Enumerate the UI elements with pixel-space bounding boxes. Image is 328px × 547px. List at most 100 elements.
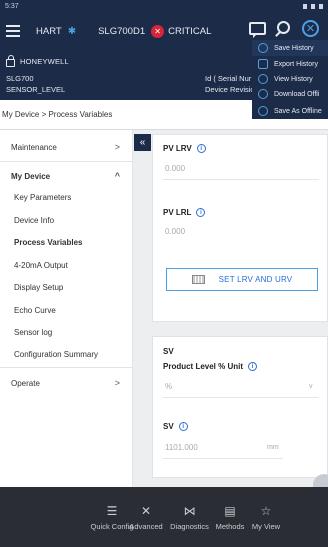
nav-methods[interactable]: ▤ Methods [212,487,248,547]
bluetooth-icon: ✱ [67,25,77,37]
sv-unit: mm [267,444,279,451]
pv-lrl-value: 0.000 [165,227,186,236]
menu-item-view-history[interactable]: View History [252,71,328,87]
critical-status-icon: ✕ [151,24,165,38]
clock: 5:37 [5,2,19,10]
sidebar-item-device-info[interactable]: Device Info [14,210,54,230]
status-icons [303,3,323,9]
nav-advanced[interactable]: ✕ Advanced [125,487,167,547]
sidebar-item-label: Display Setup [14,282,64,292]
sidebar-item-key-parameters[interactable]: Key Parameters [14,187,71,207]
info-icon[interactable]: i [196,144,206,153]
pv-lrv-label: PV LRV i [163,144,206,153]
sv-label: SV i [163,422,188,431]
device-model: SLG700 [6,74,34,83]
pv-lrv-value[interactable]: 0.000 [165,164,185,173]
sidebar: Maintenance > My Device ^ Key Parameters… [0,130,133,487]
brand: HONEYWELL [6,55,69,67]
menu-item-export-history[interactable]: Export History [252,56,328,72]
field-label: Product Level % Unit [163,362,244,371]
collapse-sidebar-button[interactable]: « [134,134,151,151]
save-history-icon [258,43,268,53]
methods-icon: ▤ [224,503,236,518]
system-status-bar: 5:37 [0,0,328,12]
device-tag: SENSOR_LEVEL [6,85,66,94]
protocol-label: HART [36,25,62,37]
info-icon[interactable]: i [196,208,206,217]
sidebar-item-maintenance[interactable]: Maintenance > [0,136,133,158]
section-title: SV [163,347,174,356]
gear-icon [258,89,268,99]
sidebar-item-label: Key Parameters [14,192,72,202]
sidebar-item-process-variables[interactable]: Process Variables [14,232,83,252]
menu-item-label: Download Offli [274,90,320,98]
nav-diagnostics[interactable]: ⋈ Diagnostics [166,487,213,547]
sidebar-item-configuration-summary[interactable]: Configuration Summary [14,344,98,364]
button-label: SET LRV AND URV [218,275,293,284]
divider [0,367,133,368]
history-menu: Save History Export History View History… [252,38,328,103]
sidebar-item-4-20ma-output[interactable]: 4-20mA Output [14,255,68,275]
sidebar-item-label: Configuration Summary [14,349,99,359]
close-icon[interactable]: ✕ [302,20,319,37]
keyboard-icon [191,275,205,284]
sidebar-item-label: Process Variables [14,237,83,247]
info-icon[interactable]: i [178,422,188,431]
info-icon[interactable]: i [248,362,258,371]
tools-icon: ✕ [140,503,152,518]
chat-icon[interactable] [249,22,266,38]
field-label: PV LRL [163,208,192,217]
breadcrumb-text: My Device > Process Variables [2,110,113,119]
unit-select[interactable]: % [165,382,172,391]
nav-label: Diagnostics [170,521,209,531]
nav-my-view[interactable]: ☆ My View [248,487,284,547]
menu-item-save-as-offline[interactable]: Save As Offline [252,103,328,119]
menu-item-label: Export History [274,60,318,68]
star-icon: ☆ [260,503,272,518]
id-serial-label: Id ( Serial Nur [205,74,252,83]
divider [0,161,133,162]
field-label: PV LRV [163,144,192,153]
chevron-up-icon: ^ [114,171,120,181]
diagnostics-icon: ⋈ [183,503,196,518]
sidebar-item-echo-curve[interactable]: Echo Curve [14,300,56,320]
set-lrv-urv-button[interactable]: SET LRV AND URV [166,268,318,291]
device-name: SLG700D1 [98,25,146,37]
menu-icon[interactable] [6,25,20,37]
menu-item-label: Save As Offline [274,107,322,115]
chevron-right-icon: > [114,142,120,152]
menu-item-download-offline[interactable]: Download Offli [252,86,328,102]
gear-icon [258,74,268,84]
unit-label: Product Level % Unit i [163,362,258,371]
bottom-navigation: ☰ Quick Config ✕ Advanced ⋈ Diagnostics … [0,487,328,547]
sidebar-item-label: My Device [11,171,51,181]
field-underline [163,458,283,459]
device-status-label: CRITICAL [168,25,212,37]
gear-icon [258,106,268,116]
nav-label: Advanced [129,521,163,531]
sidebar-item-my-device[interactable]: My Device ^ [0,165,133,187]
nav-label: Methods [215,521,245,531]
sv-card: SV Product Level % Unit i % v SV i 1101.… [152,336,328,478]
sidebar-item-sensor-log[interactable]: Sensor log [14,322,52,342]
lrv-card: PV LRV i 0.000 PV LRL i 0.000 SET LRV AN… [152,134,328,322]
sidebar-item-operate[interactable]: Operate > [0,372,133,394]
sidebar-item-display-setup[interactable]: Display Setup [14,277,63,297]
sidebar-item-label: Echo Curve [14,305,56,315]
sidebar-item-label: 4-20mA Output [14,260,68,270]
lock-icon [6,55,15,67]
field-underline [163,179,319,180]
field-label: SV [163,422,174,431]
pv-lrl-label: PV LRL i [163,208,206,217]
menu-item-save-history[interactable]: Save History [252,40,328,56]
history-menu-extension: Save As Offline [252,103,328,119]
chevron-right-icon: > [114,378,120,388]
sidebar-item-label: Device Info [14,215,55,225]
sidebar-item-label: Operate [11,378,40,388]
nav-label: My View [251,521,281,531]
sidebar-item-label: Maintenance [11,142,57,152]
search-icon[interactable] [277,21,290,34]
sliders-icon: ☰ [106,503,118,518]
export-icon [258,59,268,69]
brand-name: HONEYWELL [20,57,69,66]
